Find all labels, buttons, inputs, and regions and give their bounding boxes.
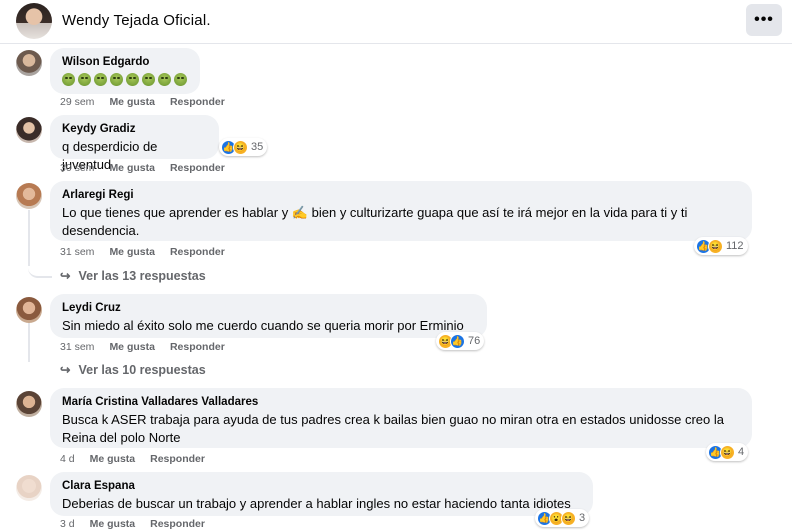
comment-meta: 29 sem Me gusta Responder	[60, 96, 225, 108]
thread-line	[28, 322, 30, 362]
reaction-count: 112	[726, 240, 744, 252]
post-header: Wendy Tejada Oficial. •••	[0, 0, 792, 44]
view-replies-label: Ver las 13 respuestas	[78, 268, 206, 283]
avatar[interactable]	[16, 475, 42, 501]
avatar[interactable]	[16, 297, 42, 323]
comment-meta: 3 d Me gusta Responder	[60, 518, 205, 530]
reply-arrow-icon: ↪	[60, 363, 71, 377]
nauseated-face-icon	[174, 73, 187, 86]
reply-button[interactable]: Responder	[170, 341, 225, 353]
comment-bubble: Wilson Edgardo	[50, 48, 200, 94]
haha-icon: 😆	[233, 139, 248, 155]
comment-time[interactable]: 30 sem	[60, 162, 94, 174]
nauseated-face-icon	[62, 73, 75, 86]
comment-text: Sin miedo al éxito solo me cuerdo cuando…	[62, 318, 464, 333]
comment-bubble: Keydy Gradiz q desperdicio de juventud	[50, 115, 219, 172]
view-replies-label: Ver las 10 respuestas	[78, 362, 206, 377]
comment-author[interactable]: Arlaregi Regi	[62, 188, 741, 202]
haha-icon: 😆	[561, 510, 576, 526]
avatar[interactable]	[16, 183, 42, 209]
reply-button[interactable]: Responder	[170, 246, 225, 258]
like-button[interactable]: Me gusta	[90, 518, 136, 530]
reaction-summary[interactable]: 👍 😆 35	[219, 138, 268, 156]
reaction-count: 3	[579, 512, 586, 524]
reaction-count: 35	[251, 141, 264, 153]
nauseated-face-icon	[94, 73, 107, 86]
reaction-count: 4	[738, 446, 745, 458]
comment-bubble: Arlaregi Regi Lo que tienes que aprender…	[50, 181, 752, 241]
comment-text: Deberias de buscar un trabajo y aprender…	[62, 496, 571, 511]
comment-time[interactable]: 31 sem	[60, 341, 94, 353]
reaction-summary[interactable]: 👍 😆 4	[706, 443, 749, 461]
thread-curve	[28, 255, 52, 278]
more-options-button[interactable]: •••	[746, 4, 782, 36]
reaction-summary[interactable]: 👍 😮 😆 3	[535, 509, 590, 527]
reply-arrow-icon: ↪	[60, 269, 71, 283]
more-icon: •••	[754, 11, 774, 28]
like-button[interactable]: Me gusta	[109, 246, 155, 258]
comment-text: Busca k ASER trabaja para ayuda de tus p…	[62, 412, 724, 445]
reply-button[interactable]: Responder	[170, 96, 225, 108]
nauseated-face-icon	[158, 73, 171, 86]
comment-bubble: Leydi Cruz Sin miedo al éxito solo me cu…	[50, 294, 487, 338]
comment-time[interactable]: 3 d	[60, 518, 75, 530]
view-replies-link[interactable]: ↪ Ver las 13 respuestas	[60, 268, 206, 284]
comment-meta: 30 sem Me gusta Responder	[60, 162, 225, 174]
nauseated-face-icon	[126, 73, 139, 86]
comment-bubble: María Cristina Valladares Valladares Bus…	[50, 388, 752, 448]
nauseated-face-icon	[78, 73, 91, 86]
comment-author[interactable]: Keydy Gradiz	[62, 122, 208, 136]
view-replies-link[interactable]: ↪ Ver las 10 respuestas	[60, 362, 206, 378]
nauseated-face-icon	[110, 73, 123, 86]
comment-author[interactable]: María Cristina Valladares Valladares	[62, 395, 741, 409]
reaction-summary[interactable]: 😆 👍 76	[436, 332, 485, 350]
reply-button[interactable]: Responder	[170, 162, 225, 174]
page-avatar[interactable]	[16, 3, 52, 39]
haha-icon: 😆	[708, 238, 723, 254]
page-name[interactable]: Wendy Tejada Oficial.	[62, 12, 211, 29]
like-button[interactable]: Me gusta	[90, 453, 136, 465]
comment-time[interactable]: 29 sem	[60, 96, 94, 108]
like-button[interactable]: Me gusta	[109, 96, 155, 108]
avatar[interactable]	[16, 391, 42, 417]
like-button[interactable]: Me gusta	[109, 341, 155, 353]
avatar[interactable]	[16, 50, 42, 76]
emoji-row	[62, 73, 189, 86]
comment-meta: 31 sem Me gusta Responder	[60, 246, 225, 258]
comment-text: Lo que tienes que aprender es hablar y ✍…	[62, 205, 688, 238]
reply-button[interactable]: Responder	[150, 518, 205, 530]
like-button[interactable]: Me gusta	[109, 162, 155, 174]
reaction-summary[interactable]: 👍 😆 112	[694, 237, 748, 255]
comment-author[interactable]: Wilson Edgardo	[62, 55, 189, 69]
reply-button[interactable]: Responder	[150, 453, 205, 465]
reaction-count: 76	[468, 335, 481, 347]
comment-time[interactable]: 4 d	[60, 453, 75, 465]
like-icon: 👍	[450, 333, 465, 349]
nauseated-face-icon	[142, 73, 155, 86]
comment-meta: 4 d Me gusta Responder	[60, 453, 205, 465]
comment-bubble: Clara Espana Deberias de buscar un traba…	[50, 472, 593, 516]
comment-meta: 31 sem Me gusta Responder	[60, 341, 225, 353]
comment-author[interactable]: Clara Espana	[62, 479, 582, 493]
avatar[interactable]	[16, 117, 42, 143]
haha-icon: 😆	[720, 444, 735, 460]
comment-time[interactable]: 31 sem	[60, 246, 94, 258]
comment-author[interactable]: Leydi Cruz	[62, 301, 476, 315]
